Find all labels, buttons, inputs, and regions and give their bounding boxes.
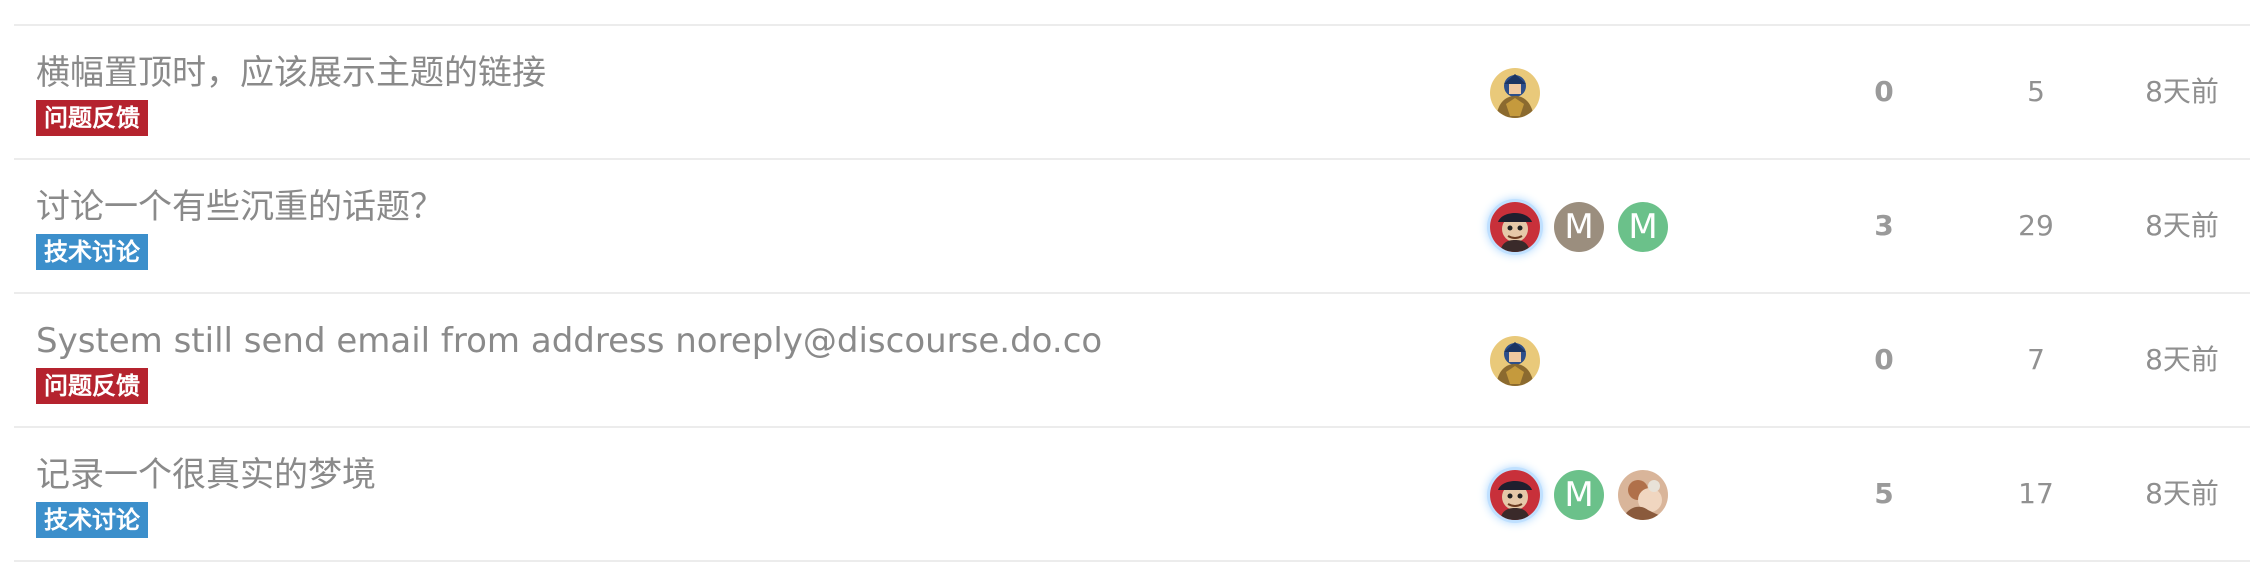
view-count: 7 [2027,343,2045,376]
avatar-pirate-icon[interactable] [1490,470,1540,520]
category-badge-tech[interactable]: 技术讨论 [36,234,148,270]
activity-time[interactable]: 8天前 [2114,160,2250,292]
avatar-knight-icon[interactable] [1490,68,1540,118]
topic-title-link[interactable]: 讨论一个有些沉重的话题？ [36,186,444,228]
avatar-pirate-icon[interactable] [1490,202,1540,252]
reply-count: 0 [1874,75,1894,108]
avatar-letter-m[interactable]: M [1554,202,1604,252]
category-badge-feedback[interactable]: 问题反馈 [36,368,148,404]
avatar-photo-icon[interactable] [1618,470,1668,520]
avatar-letter-m[interactable]: M [1618,202,1668,252]
view-count: 5 [2027,75,2045,108]
topic-row[interactable]: System still send email from address nor… [14,294,2250,428]
topic-title-link[interactable]: System still send email from address nor… [36,320,1102,362]
reply-count: 3 [1874,209,1894,242]
avatar-letter-m[interactable]: M [1554,470,1604,520]
view-count: 29 [2018,209,2054,242]
posters-list: M [1490,468,1682,522]
posters-list [1490,334,1554,388]
topic-row[interactable]: 讨论一个有些沉重的话题？ 技术讨论 M M 3 29 8天前 [14,160,2250,294]
activity-time[interactable]: 8天前 [2114,26,2250,158]
reply-count: 0 [1874,343,1894,376]
activity-time[interactable]: 8天前 [2114,428,2250,560]
avatar-knight-icon[interactable] [1490,336,1540,386]
topic-row[interactable]: 记录一个很真实的梦境 技术讨论 M 5 17 8天前 [14,428,2250,562]
posters-list: M M [1490,200,1682,254]
activity-time[interactable]: 8天前 [2114,294,2250,426]
posters-list [1490,66,1554,120]
category-badge-tech[interactable]: 技术讨论 [36,502,148,538]
topic-list: 横幅置顶时，应该展示主题的链接 问题反馈 0 5 8天前 讨论一个有些沉重的话题… [0,0,2266,582]
category-badge-feedback[interactable]: 问题反馈 [36,100,148,136]
topic-row[interactable]: 横幅置顶时，应该展示主题的链接 问题反馈 0 5 8天前 [14,26,2250,160]
topic-title-link[interactable]: 横幅置顶时，应该展示主题的链接 [36,52,546,94]
topic-title-link[interactable]: 记录一个很真实的梦境 [36,454,376,496]
reply-count: 5 [1874,477,1894,510]
view-count: 17 [2018,477,2054,510]
